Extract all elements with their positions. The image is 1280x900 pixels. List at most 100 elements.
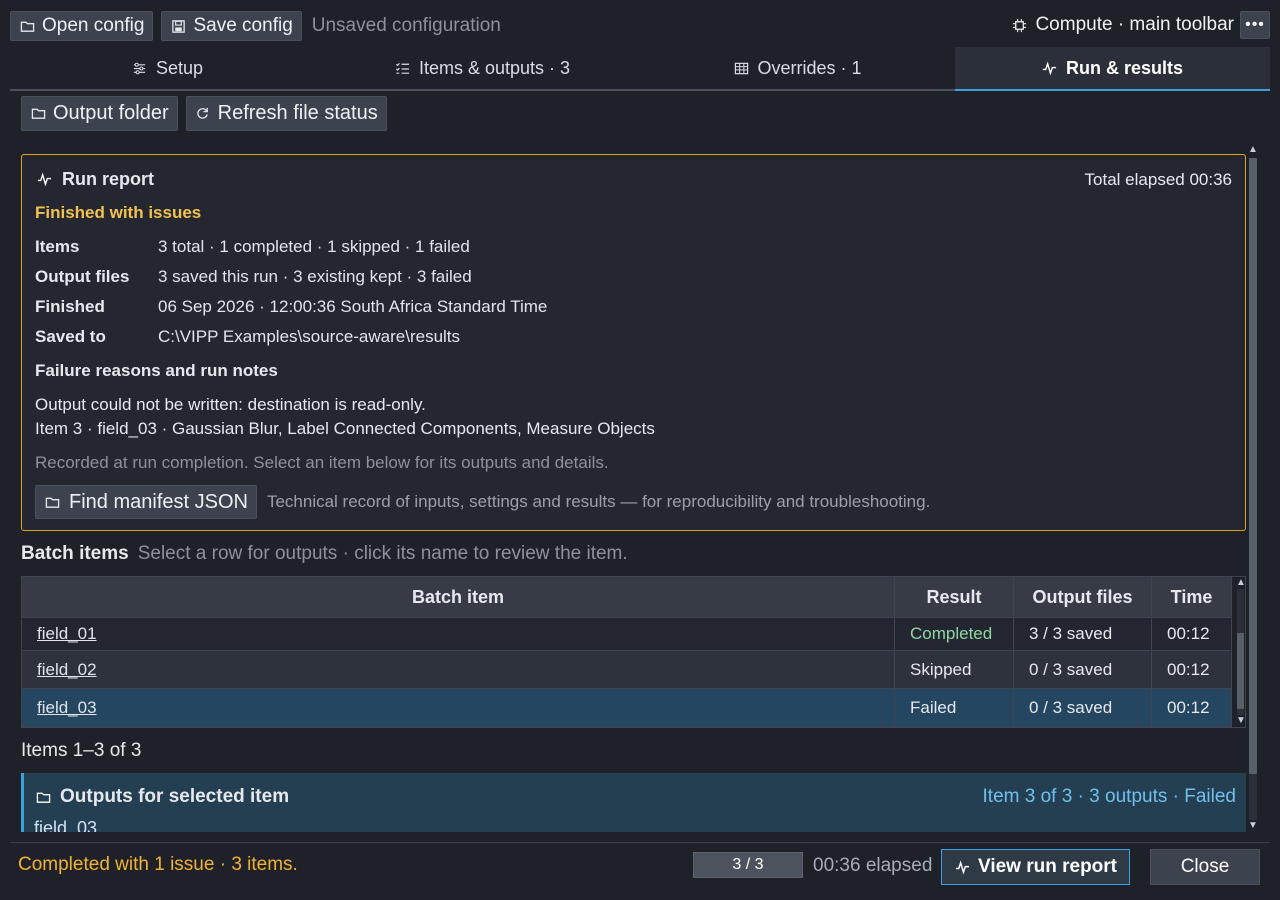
failure-notes-title: Failure reasons and run notes: [35, 361, 278, 380]
output-files-cell: 0 / 3 saved: [1014, 651, 1152, 688]
scroll-down-icon[interactable]: ▼: [1247, 820, 1259, 832]
report-value: C:\VIPP Examples\source-aware\results: [158, 327, 461, 346]
column-header-time[interactable]: Time: [1152, 577, 1232, 617]
tab-items-outputs[interactable]: Items & outputs · 3: [325, 47, 640, 89]
outputs-title: Outputs for selected item: [60, 786, 290, 807]
chip-icon: [1011, 17, 1027, 33]
batch-item-link[interactable]: field_03: [37, 698, 97, 718]
outputs-for-selected-item-panel: Outputs for selected item Item 3 of 3 · …: [21, 773, 1246, 832]
report-row-items: Items 3 total · 1 completed · 1 skipped …: [35, 237, 470, 257]
report-row-finished: Finished 06 Sep 2026 · 12:00:36 South Af…: [35, 297, 547, 317]
batch-items-title: Batch items: [21, 543, 129, 564]
folder-icon: [35, 789, 51, 805]
run-report-header: Run report: [36, 169, 154, 190]
view-run-report-button[interactable]: View run report: [941, 849, 1131, 885]
tab-run-results[interactable]: Run & results: [955, 47, 1270, 91]
batch-item-link[interactable]: field_02: [37, 660, 97, 680]
tab-label: Items & outputs · 3: [418, 57, 571, 78]
scroll-up-icon[interactable]: ▲: [1247, 144, 1259, 156]
save-config-label: Save config: [193, 15, 293, 36]
open-config-label: Open config: [42, 15, 145, 36]
elapsed-time: 00:36 elapsed: [813, 855, 933, 876]
footer-divider: [10, 842, 1270, 843]
close-button[interactable]: Close: [1150, 849, 1260, 885]
table-row-selected[interactable]: field_03 Failed 0 / 3 saved 00:12: [22, 689, 1232, 727]
run-note: Output could not be written: destination…: [35, 395, 426, 414]
column-header-result[interactable]: Result: [895, 577, 1014, 617]
output-files-cell: 0 / 3 saved: [1014, 689, 1152, 726]
outputs-header: Outputs for selected item: [35, 786, 289, 808]
table-row[interactable]: field_01 Completed 3 / 3 saved 00:12: [22, 618, 1232, 651]
report-key: Items: [35, 237, 80, 256]
more-icon: •••: [1245, 16, 1265, 33]
time-cell: 00:12: [1152, 689, 1232, 726]
recorded-note: Recorded at run completion. Select an it…: [35, 453, 609, 472]
result-cell: Skipped: [895, 651, 1014, 688]
pulse-icon: [1042, 60, 1058, 76]
time-cell: 00:12: [1152, 618, 1232, 650]
table-scrollbar[interactable]: ▲ ▼: [1235, 577, 1246, 727]
refresh-file-status-button[interactable]: Refresh file status: [185, 96, 387, 131]
save-icon: [170, 18, 186, 34]
unsaved-status: Unsaved configuration: [311, 15, 501, 36]
pulse-icon: [36, 172, 52, 188]
report-value: 3 saved this run · 3 existing kept · 3 f…: [158, 267, 472, 286]
output-folder-button[interactable]: Output folder: [21, 96, 178, 131]
folder-icon: [30, 106, 46, 122]
save-config-button[interactable]: Save config: [161, 11, 302, 41]
status-footer: Completed with 1 issue · 3 items. 3 / 3 …: [10, 842, 1270, 890]
table-header: Batch item Result Output files Time: [22, 577, 1232, 618]
compute-label: Compute · main toolbar: [1035, 14, 1234, 35]
selected-item-name: field_03: [34, 818, 98, 832]
batch-items-subtitle: Select a row for outputs · click its nam…: [137, 543, 628, 564]
open-config-button[interactable]: Open config: [10, 11, 154, 41]
refresh-icon: [195, 106, 211, 122]
view-run-report-label: View run report: [978, 856, 1118, 877]
tab-label: Setup: [155, 57, 204, 78]
column-header-output-files[interactable]: Output files: [1014, 577, 1152, 617]
scroll-up-icon[interactable]: ▲: [1235, 577, 1246, 589]
column-header-batch-item[interactable]: Batch item: [22, 577, 895, 617]
result-cell: Completed: [895, 618, 1014, 650]
table-row[interactable]: field_02 Skipped 0 / 3 saved 00:12: [22, 651, 1232, 689]
batch-item-link[interactable]: field_01: [37, 624, 97, 644]
close-label: Close: [1180, 856, 1230, 877]
more-menu-button[interactable]: •••: [1240, 11, 1270, 39]
tab-bar: Setup Items & outputs · 3 Overrides · 1 …: [10, 47, 1270, 91]
folder-icon: [19, 18, 35, 34]
tab-setup[interactable]: Setup: [10, 47, 325, 89]
compute-indicator: Compute · main toolbar: [1011, 14, 1234, 36]
tab-overrides[interactable]: Overrides · 1: [640, 47, 955, 89]
items-pagination-count: Items 1–3 of 3: [21, 740, 142, 761]
scroll-down-icon[interactable]: ▼: [1235, 715, 1246, 727]
run-report-title: Run report: [62, 169, 154, 189]
results-scroll-thumb[interactable]: [1249, 158, 1257, 774]
list-check-icon: [395, 60, 411, 76]
main-toolbar: Open config Save config Unsaved configur…: [10, 11, 1270, 43]
refresh-label: Refresh file status: [217, 102, 378, 124]
time-cell: 00:12: [1152, 651, 1232, 688]
report-key: Saved to: [35, 327, 106, 346]
output-files-cell: 3 / 3 saved: [1014, 618, 1152, 650]
run-status-message: Completed with 1 issue · 3 items.: [18, 854, 298, 875]
table-scroll-thumb[interactable]: [1237, 633, 1244, 709]
results-scroll-area[interactable]: Run report Total elapsed 00:36 Finished …: [21, 150, 1246, 832]
output-folder-label: Output folder: [53, 102, 169, 124]
folder-icon: [44, 494, 60, 510]
report-row-saved-to: Saved to C:\VIPP Examples\source-aware\r…: [35, 327, 460, 347]
batch-items-table: Batch item Result Output files Time fiel…: [21, 576, 1246, 728]
progress-indicator: 3 / 3: [693, 852, 803, 878]
manifest-description: Technical record of inputs, settings and…: [266, 492, 931, 511]
manifest-row: Find manifest JSON Technical record of i…: [35, 485, 930, 519]
total-elapsed: Total elapsed 00:36: [1084, 170, 1232, 189]
tab-label: Overrides · 1: [757, 57, 862, 78]
find-manifest-json-button[interactable]: Find manifest JSON: [35, 485, 257, 519]
run-note: Item 3 · field_03 · Gaussian Blur, Label…: [35, 419, 655, 438]
results-scrollbar[interactable]: ▲ ▼: [1247, 144, 1259, 834]
report-row-output-files: Output files 3 saved this run · 3 existi…: [35, 267, 472, 287]
pulse-icon: [954, 859, 970, 875]
report-key: Finished: [35, 297, 105, 316]
report-key: Output files: [35, 267, 130, 286]
results-actions: Output folder Refresh file status: [21, 96, 387, 131]
sliders-icon: [132, 60, 148, 76]
